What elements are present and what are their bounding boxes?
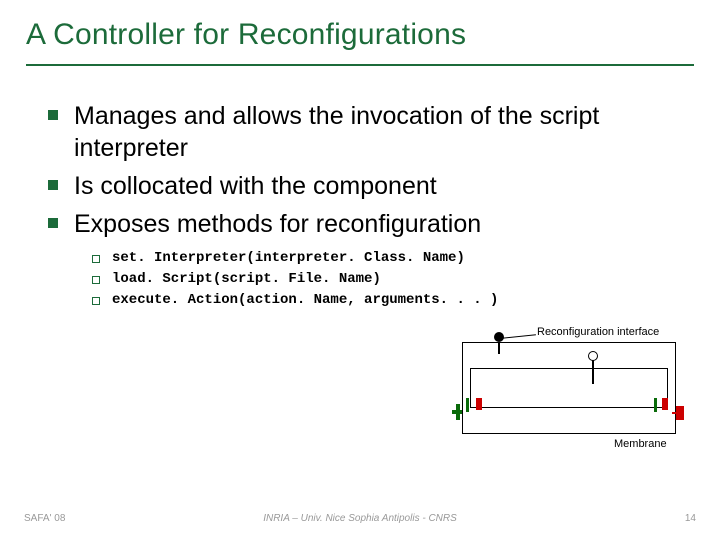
bullet-text: Is collocated with the component — [74, 170, 437, 202]
method-item: load. Script(script. File. Name) — [92, 271, 680, 288]
bullet-square-icon — [48, 180, 58, 190]
method-text: load. Script(script. File. Name) — [112, 271, 381, 288]
slide-title: A Controller for Reconfigurations — [26, 18, 694, 62]
green-port-icon — [452, 410, 462, 414]
bullet-item: Is collocated with the component — [48, 170, 680, 202]
red-port-icon — [476, 398, 482, 410]
diagram-label-membrane: Membrane — [614, 438, 667, 450]
leader-line — [502, 334, 536, 339]
bullet-square-icon — [48, 218, 58, 228]
hollow-square-icon — [92, 276, 100, 284]
green-port-icon — [466, 398, 469, 412]
method-item: execute. Action(action. Name, arguments.… — [92, 292, 680, 309]
component-diagram: Reconfiguration interface Interpreter Me… — [462, 326, 698, 452]
method-list: set. Interpreter(interpreter. Class. Nam… — [48, 246, 680, 308]
content-area: Manages and allows the invocation of the… — [26, 66, 694, 308]
lollipop-stem — [592, 360, 594, 384]
bullet-text: Exposes methods for reconfiguration — [74, 208, 481, 240]
bullet-item: Manages and allows the invocation of the… — [48, 100, 680, 164]
footer-center: INRIA – Univ. Nice Sophia Antipolis - CN… — [0, 513, 720, 524]
bullet-square-icon — [48, 110, 58, 120]
hollow-square-icon — [92, 255, 100, 263]
hollow-square-icon — [92, 297, 100, 305]
method-text: execute. Action(action. Name, arguments.… — [112, 292, 498, 309]
method-text: set. Interpreter(interpreter. Class. Nam… — [112, 250, 465, 267]
slide-number: 14 — [685, 513, 696, 524]
lollipop-head-open-icon — [588, 351, 598, 361]
green-port-icon — [654, 398, 657, 412]
red-port-icon — [662, 398, 668, 410]
bullet-text: Manages and allows the invocation of the… — [74, 100, 680, 164]
inner-component-box — [470, 368, 668, 408]
slide: A Controller for Reconfigurations Manage… — [0, 0, 720, 540]
bullet-item: Exposes methods for reconfiguration — [48, 208, 680, 240]
lollipop-stem — [498, 342, 500, 354]
diagram-label-reconfig: Reconfiguration interface — [537, 326, 659, 338]
method-item: set. Interpreter(interpreter. Class. Nam… — [92, 250, 680, 267]
red-port-icon — [672, 412, 678, 414]
